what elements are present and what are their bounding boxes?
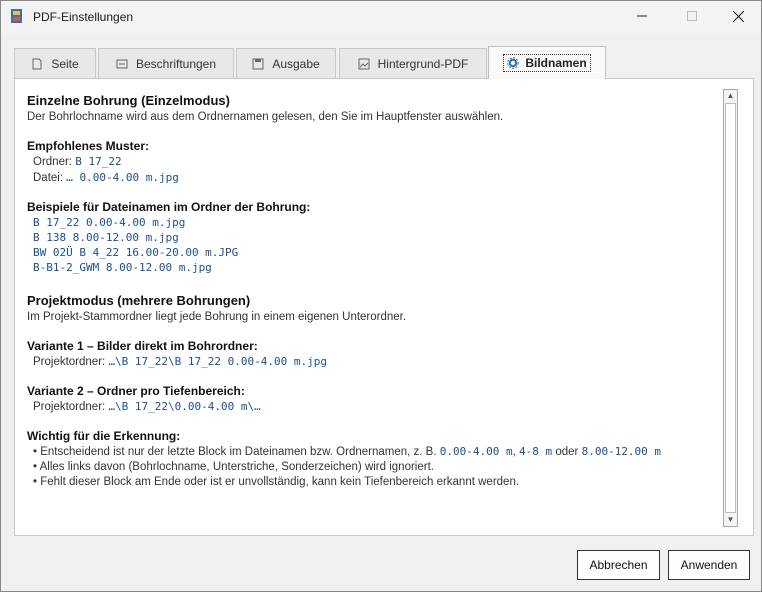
folder-value: B 17_22 (75, 155, 122, 168)
tab-hintergrund-pdf[interactable]: Hintergrund-PDF (339, 48, 487, 78)
project-mode-heading: Projektmodus (mehrere Bohrungen) (27, 293, 251, 308)
save-icon (252, 58, 264, 69)
cancel-button[interactable]: Abbrechen (577, 550, 660, 580)
pattern-heading: Empfohlenes Muster: (27, 139, 150, 153)
project-mode-desc: Im Projekt-Stammordner liegt jede Bohrun… (27, 311, 407, 323)
project-folder-label: Projektordner: (33, 401, 106, 413)
bullet-icon: • (33, 461, 38, 473)
variant2-heading: Variante 2 – Ordner pro Tiefenbereich: (27, 384, 245, 398)
scroll-thumb[interactable] (725, 103, 736, 513)
depth-example: 4-8 m (519, 445, 553, 458)
bullet-icon: • (33, 446, 38, 458)
important-heading: Wichtig für die Erkennung: (27, 429, 181, 443)
close-icon (732, 10, 744, 22)
help-content: Einzelne Bohrung (Einzelmodus) Der Bohrl… (27, 93, 727, 490)
separator: , (512, 446, 516, 458)
bullet-or: oder (555, 446, 579, 458)
single-mode-desc: Der Bohrlochname wird aus dem Ordnername… (27, 111, 504, 123)
image-icon (358, 58, 370, 69)
tab-seite[interactable]: Seite (14, 48, 96, 78)
depth-example: 8.00-12.00 m (581, 445, 662, 458)
example-item: B 17_22 0.00-4.00 m.jpg (33, 216, 186, 229)
file-label: Datei: (33, 172, 64, 184)
variant2-path: …\B 17_22\0.00-4.00 m\… (108, 400, 261, 413)
variant1-heading: Variante 1 – Bilder direkt im Bohrordner… (27, 339, 258, 353)
file-value: … 0.00-4.00 m.jpg (66, 171, 179, 184)
page-icon (32, 58, 42, 69)
tab-bildnamen[interactable]: Bildnamen (488, 46, 606, 79)
tab-label: Ausgabe (272, 56, 320, 71)
bullet-text: Fehlt dieser Block am Ende oder ist er u… (40, 476, 520, 488)
tab-label: Hintergrund-PDF (377, 56, 469, 71)
variant1-path: …\B 17_22\B 17_22 0.00-4.00 m.jpg (108, 355, 327, 368)
apply-button[interactable]: Anwenden (668, 550, 750, 580)
tab-label-focus: Bildnamen (503, 54, 591, 72)
scroll-down-icon[interactable]: ▼ (724, 514, 737, 526)
bullet-text: Entscheidend ist nur der letzte Block im… (40, 446, 437, 458)
important-bullet: • Alles links davon (Bohrlochname, Unter… (27, 460, 727, 475)
dialog-window: PDF-Einstellungen Seite Beschriftungen A… (0, 0, 762, 592)
window-title: PDF-Einstellungen (33, 10, 134, 24)
bullet-text: Alles links davon (Bohrlochname, Unterst… (39, 461, 434, 473)
minimize-button[interactable] (619, 1, 665, 31)
project-folder-label: Projektordner: (33, 356, 106, 368)
folder-label: Ordner: (33, 156, 72, 168)
tab-ausgabe[interactable]: Ausgabe (236, 48, 336, 78)
title-bar[interactable]: PDF-Einstellungen (1, 1, 761, 33)
maximize-icon (687, 11, 697, 21)
single-mode-heading: Einzelne Bohrung (Einzelmodus) (27, 93, 230, 108)
pattern-folder-row: Ordner: B 17_22 (27, 154, 727, 170)
vertical-scrollbar[interactable]: ▲ ▼ (723, 89, 738, 527)
pattern-file-row: Datei: … 0.00-4.00 m.jpg (27, 170, 727, 186)
bullet-icon: • (33, 476, 38, 488)
example-item: B-B1-2_GWM 8.00-12.00 m.jpg (33, 261, 212, 274)
variant1-row: Projektordner: …\B 17_22\B 17_22 0.00-4.… (27, 354, 727, 370)
important-bullet: • Entscheidend ist nur der letzte Block … (27, 444, 727, 460)
tab-label: Seite (51, 56, 79, 71)
tab-label: Beschriftungen (135, 56, 217, 71)
tab-beschriftungen[interactable]: Beschriftungen (98, 48, 234, 78)
example-item: B 138 8.00-12.00 m.jpg (33, 231, 179, 244)
maximize-button[interactable] (669, 1, 715, 31)
depth-example: 0.00-4.00 m (439, 445, 513, 458)
gear-icon (507, 57, 520, 69)
close-button[interactable] (715, 1, 761, 31)
app-icon (11, 9, 22, 23)
scroll-up-icon[interactable]: ▲ (724, 90, 737, 102)
label-icon (116, 59, 128, 68)
variant2-row: Projektordner: …\B 17_22\0.00-4.00 m\… (27, 399, 727, 415)
tab-panel: Einzelne Bohrung (Einzelmodus) Der Bohrl… (14, 78, 754, 536)
important-bullet: • Fehlt dieser Block am Ende oder ist er… (27, 475, 727, 490)
example-item: BW 02Ü B 4_22 16.00-20.00 m.JPG (33, 246, 239, 259)
examples-heading: Beispiele für Dateinamen im Ordner der B… (27, 200, 311, 214)
tab-label: Bildnamen (525, 56, 587, 70)
minimize-icon (637, 15, 647, 17)
